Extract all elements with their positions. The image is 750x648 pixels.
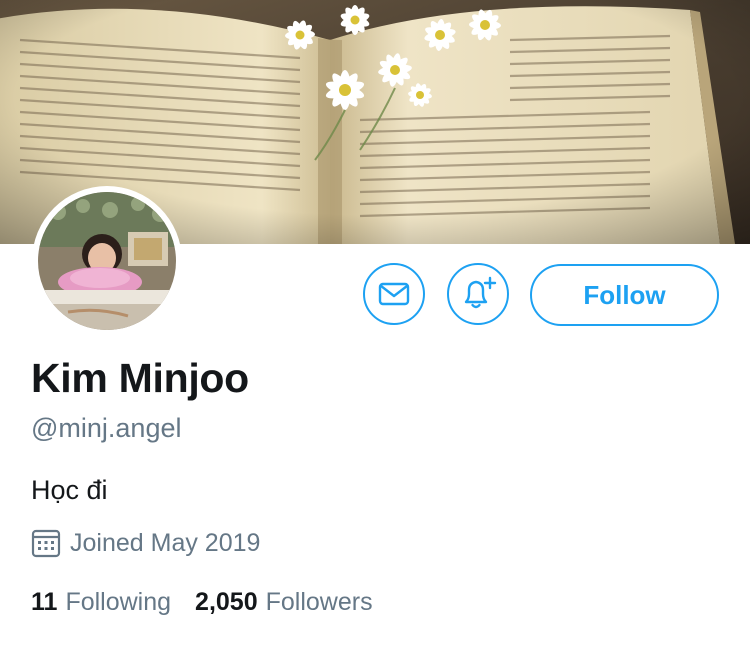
- message-button[interactable]: [363, 263, 425, 325]
- joined-text: Joined May 2019: [70, 528, 261, 557]
- calendar-icon: [31, 529, 61, 558]
- followers-count: 2,050: [195, 588, 258, 616]
- profile-stats: 11 Following 2,050 Followers: [31, 588, 373, 617]
- notifications-button[interactable]: [447, 263, 509, 325]
- followers-label: Followers: [265, 588, 373, 616]
- avatar[interactable]: [32, 186, 182, 336]
- following-count: 11: [31, 588, 58, 616]
- bio: Học đi: [31, 475, 108, 505]
- followers-link[interactable]: 2,050 Followers: [195, 588, 373, 617]
- joined-date: Joined May 2019: [31, 528, 260, 558]
- following-link[interactable]: 11 Following: [31, 588, 171, 617]
- follow-button[interactable]: Follow: [530, 264, 719, 326]
- profile-page: Follow Kim Minjoo @minj.angel Học đi Joi…: [0, 0, 750, 648]
- envelope-icon: [378, 282, 410, 306]
- following-label: Following: [65, 588, 172, 616]
- bell-plus-icon: [464, 276, 497, 309]
- user-handle: @minj.angel: [31, 413, 182, 443]
- display-name: Kim Minjoo: [31, 355, 249, 401]
- avatar-image: [38, 192, 176, 330]
